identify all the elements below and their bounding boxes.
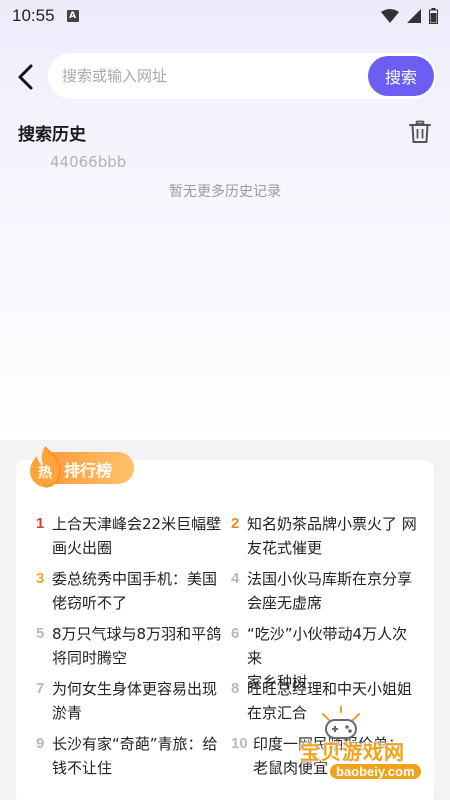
rank-title-line: 法国小伙马库斯在京分享	[247, 570, 413, 588]
history-empty-text: 暂无更多历史记录	[169, 184, 281, 200]
rank-number: 10	[231, 735, 248, 752]
history-item[interactable]: 44066bbb	[50, 153, 126, 171]
rank-title: 法国小伙马库斯在京分享 会座无虚席	[247, 567, 412, 615]
ranking-badge-label: 排行榜	[64, 461, 113, 480]
status-bar: 10:55 A	[0, 0, 450, 32]
rank-number: 7	[36, 680, 45, 697]
rank-title: 上合天津峰会22米巨幅壁 画火出圈	[52, 512, 221, 560]
rank-number: 9	[36, 735, 45, 752]
rank-item-9[interactable]: 9 长沙有家“奇葩”青旅：给 钱不让住	[36, 732, 226, 780]
rank-title: 长沙有家“奇葩”青旅：给 钱不让住	[52, 732, 218, 780]
watermark: 宝贝游戏网 baobeiy.com	[300, 700, 430, 792]
ranking-badge: 排行榜 热	[22, 444, 134, 490]
rank-number: 5	[36, 625, 45, 642]
watermark-url: baobeiy.com	[330, 764, 421, 779]
status-time: 10:55	[12, 6, 55, 25]
rank-title: 知名奶茶品牌小票火了 网 友花式催更	[247, 512, 417, 560]
rank-number: 3	[36, 570, 45, 587]
rank-title-line: 会座无虚席	[247, 594, 323, 612]
rank-title-line: 8万只气球与8万羽和平鸽	[52, 625, 222, 643]
rank-title-line: 佬窃听不了	[52, 594, 128, 612]
rank-number: 4	[231, 570, 240, 587]
rank-title-line: 友花式催更	[247, 539, 323, 557]
rank-title-line: 画火出圈	[52, 539, 113, 557]
rank-item-3[interactable]: 3 委总统秀中国手机：美国 佬窃听不了	[36, 567, 226, 615]
rank-title-line: 长沙有家“奇葩”青旅：给	[52, 735, 218, 753]
search-input[interactable]	[62, 67, 362, 85]
battery-icon	[429, 8, 438, 24]
fire-icon: 热	[30, 446, 61, 488]
rank-title: 委总统秀中国手机：美国 佬窃听不了	[52, 567, 217, 615]
rank-title-line: 知名奶茶品牌小票火了 网	[247, 515, 417, 533]
back-arrow-icon[interactable]	[12, 62, 40, 92]
rank-title-line: 将同时腾空	[52, 649, 128, 667]
rank-item-7[interactable]: 7 为何女生身体更容易出现 淤青	[36, 677, 226, 725]
search-button[interactable]: 搜索	[368, 56, 434, 96]
rank-number: 8	[231, 680, 240, 697]
rank-title-line: 为何女生身体更容易出现	[52, 680, 218, 698]
rank-item-5[interactable]: 5 8万只气球与8万羽和平鸽 将同时腾空	[36, 622, 226, 670]
signal-icon	[407, 9, 421, 23]
rank-number: 1	[36, 515, 45, 532]
wifi-icon	[381, 9, 399, 23]
rank-title-line: 旺旺总经理和中天小姐姐	[247, 680, 413, 698]
history-title: 搜索历史	[18, 125, 86, 145]
notification-icon: A	[66, 10, 79, 22]
rank-title-line: 淤青	[52, 704, 83, 722]
rank-title-line: 上合天津峰会22米巨幅壁	[52, 515, 222, 533]
search-box: 搜索	[48, 53, 436, 99]
rank-title-line: 钱不让住	[52, 759, 113, 777]
search-bar: 搜索	[0, 50, 450, 104]
rank-item-1[interactable]: 1 上合天津峰会22米巨幅壁 画火出圈	[36, 512, 226, 560]
rank-number: 2	[231, 515, 240, 532]
rank-title: 8万只气球与8万羽和平鸽 将同时腾空	[52, 622, 221, 670]
rank-item-4[interactable]: 4 法国小伙马库斯在京分享 会座无虚席	[231, 567, 421, 615]
fire-icon-text: 热	[38, 464, 52, 481]
rank-title: 为何女生身体更容易出现 淤青	[52, 677, 217, 725]
rank-title-line: “吃沙”小伙带动4万人次来	[247, 625, 408, 667]
rank-item-2[interactable]: 2 知名奶茶品牌小票火了 网 友花式催更	[231, 512, 421, 560]
trash-icon[interactable]	[408, 120, 432, 144]
watermark-title: 宝贝游戏网	[300, 740, 405, 764]
status-icons	[381, 8, 438, 24]
rank-title-line: 委总统秀中国手机：美国	[52, 570, 218, 588]
